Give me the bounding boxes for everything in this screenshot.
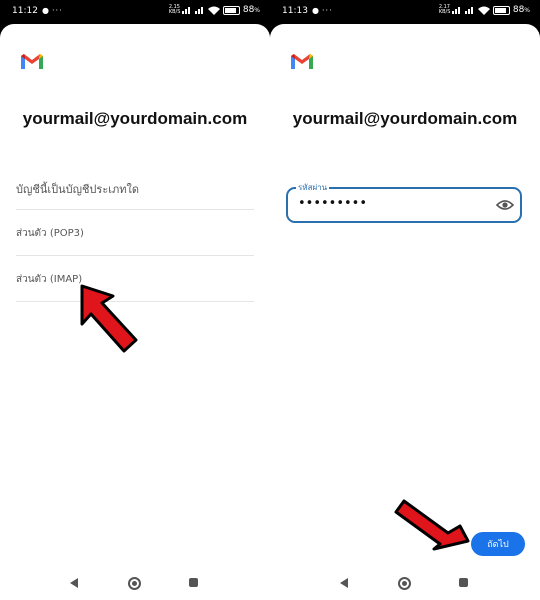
- signal-icon: [464, 6, 475, 14]
- password-value: •••••••••: [298, 196, 368, 211]
- navigation-bar: [0, 558, 270, 600]
- eye-icon[interactable]: [496, 197, 514, 213]
- option-label: ส่วนตัว (IMAP): [16, 274, 83, 285]
- chat-icon: ●: [312, 6, 319, 15]
- status-time: 11:12: [12, 6, 38, 16]
- gmail-logo-icon: [21, 54, 43, 69]
- password-field[interactable]: รหัสผ่าน •••••••••: [286, 181, 522, 223]
- wifi-icon: [207, 6, 220, 15]
- network-speed: 2.15 KB/S: [168, 4, 181, 15]
- option-imap[interactable]: ส่วนตัว (IMAP): [16, 255, 254, 301]
- status-bar: 11:13 ● ··· 2.17 KB/S 88%: [270, 0, 540, 24]
- home-icon[interactable]: [398, 577, 411, 590]
- option-label: ส่วนตัว (POP3): [16, 228, 84, 239]
- account-type-prompt: บัญชีนี้เป็นบัญชีประเภทใด: [16, 183, 139, 196]
- option-pop3[interactable]: ส่วนตัว (POP3): [16, 209, 254, 255]
- battery-level: 88%: [242, 5, 260, 15]
- navigation-bar: [270, 558, 540, 600]
- battery-level: 88%: [512, 5, 530, 15]
- more-notifications-icon: ···: [52, 6, 63, 15]
- back-icon[interactable]: [340, 578, 348, 588]
- wifi-icon: [477, 6, 490, 15]
- back-icon[interactable]: [70, 578, 78, 588]
- network-speed: 2.17 KB/S: [438, 4, 451, 15]
- signal-icon: [181, 6, 192, 14]
- next-button[interactable]: ถัดไป: [471, 532, 525, 556]
- app-screen: yourmail@yourdomain.com บัญชีนี้เป็นบัญช…: [0, 24, 270, 600]
- account-email: yourmail@yourdomain.com: [292, 109, 518, 128]
- recents-icon[interactable]: [459, 578, 468, 587]
- battery-icon: [492, 5, 510, 15]
- signal-icon: [194, 6, 205, 14]
- status-time: 11:13: [282, 6, 308, 16]
- signal-icon: [451, 6, 462, 14]
- gmail-logo-icon: [291, 54, 313, 69]
- account-email: yourmail@yourdomain.com: [22, 109, 248, 128]
- app-screen: yourmail@yourdomain.com รหัสผ่าน •••••••…: [270, 24, 540, 600]
- next-button-label: ถัดไป: [487, 540, 509, 550]
- phone-screen-account-type: 11:12 ● ··· 2.15 KB/S 88% yourmail@yourd…: [0, 0, 270, 600]
- chat-icon: ●: [42, 6, 49, 15]
- password-label: รหัสผ่าน: [296, 181, 330, 194]
- battery-icon: [222, 5, 240, 15]
- phone-screen-password: 11:13 ● ··· 2.17 KB/S 88% yourmail@yourd…: [270, 0, 540, 600]
- more-notifications-icon: ···: [322, 6, 333, 15]
- status-bar: 11:12 ● ··· 2.15 KB/S 88%: [0, 0, 270, 24]
- recents-icon[interactable]: [189, 578, 198, 587]
- divider: [16, 301, 254, 302]
- home-icon[interactable]: [128, 577, 141, 590]
